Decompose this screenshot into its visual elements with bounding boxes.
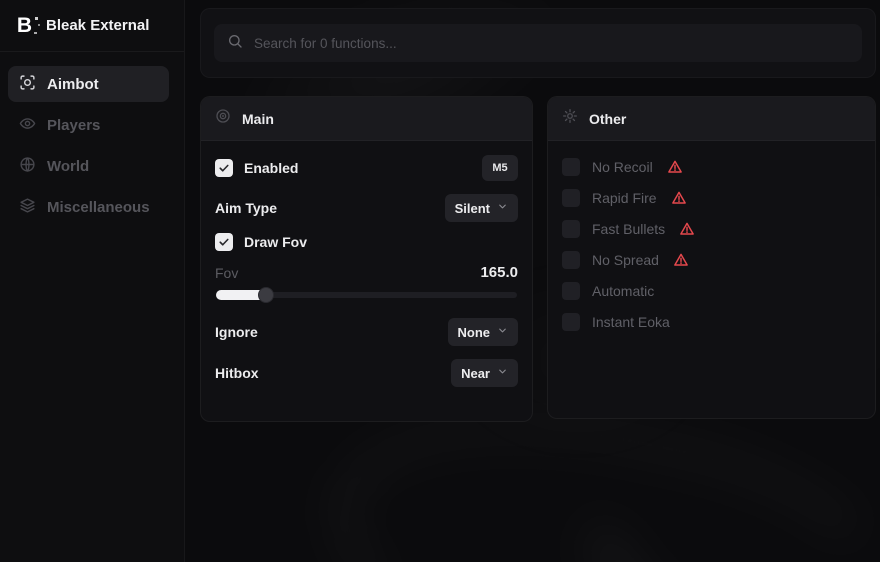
sidebar-item-world[interactable]: World [8,148,169,184]
eye-icon [19,115,36,136]
draw-fov-checkbox[interactable] [215,233,233,251]
rapid-fire-checkbox[interactable] [562,189,580,207]
instant-eoka-checkbox[interactable] [562,313,580,331]
other-panel-body: No Recoil Rapid Fire Fast Bullets No Spr… [548,141,875,355]
chevron-down-icon [497,323,508,341]
toggle-row-instant-eoka: Instant Eoka [562,310,861,334]
hitbox-label: Hitbox [215,365,259,381]
rapid-fire-label: Rapid Fire [592,190,657,206]
toggle-row-no-recoil: No Recoil [562,155,861,179]
enabled-label: Enabled [244,160,298,176]
draw-fov-row: Draw Fov [215,233,518,251]
other-panel: Other No Recoil Rapid Fire Fast Bullets [547,96,876,419]
search-box[interactable] [214,24,862,62]
sidebar-item-label: Aimbot [47,76,99,93]
warning-icon [679,221,695,237]
fov-slider[interactable] [216,287,517,303]
draw-fov-label: Draw Fov [244,234,307,250]
aim-type-dropdown[interactable]: Silent [445,194,518,222]
ignore-value: None [458,325,491,340]
sidebar: B Bleak External Aimbot Players World [0,0,185,562]
hitbox-row: Hitbox Near [215,359,518,387]
search-bar-container [200,8,876,78]
other-panel-header: Other [548,97,875,141]
sidebar-header: B Bleak External [0,0,184,52]
panel-title: Other [589,111,626,127]
panel-title: Main [242,111,274,127]
search-input[interactable] [254,36,849,51]
sidebar-item-label: Players [47,117,100,134]
keybind-badge[interactable]: M5 [482,155,518,181]
no-spread-checkbox[interactable] [562,251,580,269]
app-logo-icon: B [12,14,36,38]
no-recoil-checkbox[interactable] [562,158,580,176]
enabled-row: Enabled M5 [215,155,518,181]
ignore-label: Ignore [215,324,258,340]
search-icon [227,33,243,54]
enabled-checkbox[interactable] [215,159,233,177]
chevron-down-icon [497,199,508,217]
aim-type-value: Silent [455,201,490,216]
no-spread-label: No Spread [592,252,659,268]
fov-row: Fov 165.0 [215,264,518,281]
ignore-dropdown[interactable]: None [448,318,519,346]
sidebar-item-label: World [47,158,89,175]
sidebar-item-label: Miscellaneous [47,199,150,216]
instant-eoka-label: Instant Eoka [592,314,670,330]
ignore-row: Ignore None [215,318,518,346]
main-panel-header: Main [201,97,532,141]
target-icon [215,108,231,129]
warning-icon [667,159,683,175]
app-title: Bleak External [46,17,149,34]
crosshair-scan-icon [19,74,36,95]
main-panel-body: Enabled M5 Aim Type Silent Draw Fov Fov … [201,141,532,401]
main-panel: Main Enabled M5 Aim Type Silent [200,96,533,422]
toggle-row-no-spread: No Spread [562,248,861,272]
fov-slider-thumb[interactable] [258,287,274,303]
toggle-row-fast-bullets: Fast Bullets [562,217,861,241]
fast-bullets-label: Fast Bullets [592,221,665,237]
warning-icon [673,252,689,268]
automatic-checkbox[interactable] [562,282,580,300]
warning-icon [671,190,687,206]
fov-label: Fov [215,265,238,281]
toggle-row-automatic: Automatic [562,279,861,303]
fast-bullets-checkbox[interactable] [562,220,580,238]
globe-icon [19,156,36,177]
aim-type-label: Aim Type [215,200,277,216]
no-recoil-label: No Recoil [592,159,653,175]
sidebar-nav: Aimbot Players World Miscellaneous [0,52,184,225]
hitbox-dropdown[interactable]: Near [451,359,518,387]
layers-icon [19,197,36,218]
aim-type-row: Aim Type Silent [215,194,518,222]
sidebar-item-players[interactable]: Players [8,107,169,143]
sidebar-item-aimbot[interactable]: Aimbot [8,66,169,102]
automatic-label: Automatic [592,283,654,299]
chevron-down-icon [497,364,508,382]
gear-icon [562,108,578,129]
fov-value: 165.0 [480,264,518,281]
toggle-row-rapid-fire: Rapid Fire [562,186,861,210]
sidebar-item-miscellaneous[interactable]: Miscellaneous [8,189,169,225]
hitbox-value: Near [461,366,490,381]
